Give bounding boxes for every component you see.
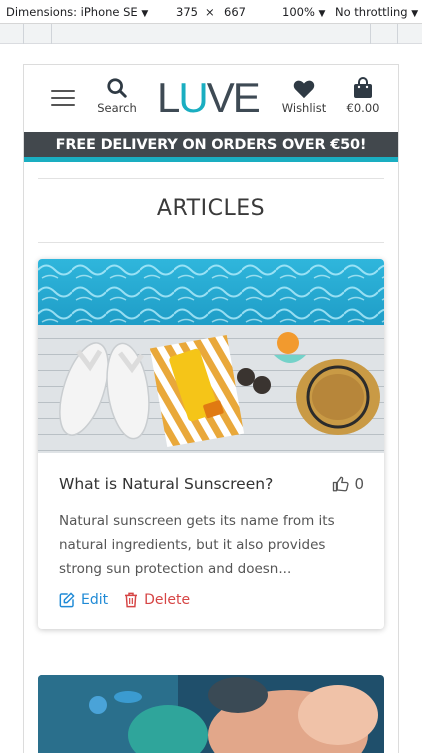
delivery-banner: FREE DELIVERY ON ORDERS OVER €50! — [24, 132, 398, 162]
edit-label: Edit — [81, 592, 109, 608]
throttling-label: No throttling — [335, 5, 408, 19]
thumbs-up-icon — [333, 476, 350, 492]
devtools-toolbar: Dimensions: iPhone SE ▼ 375 × 667 100% ▼… — [0, 0, 422, 24]
zoom-dropdown[interactable]: 100% ▼ — [282, 5, 325, 19]
wishlist-button[interactable]: Wishlist — [280, 79, 328, 115]
article-image[interactable] — [38, 259, 384, 453]
like-button[interactable]: 0 — [332, 475, 364, 493]
logo-part: U — [178, 74, 208, 121]
height-input[interactable]: 667 — [224, 5, 246, 19]
search-icon — [107, 78, 127, 98]
like-count: 0 — [354, 475, 364, 493]
menu-icon[interactable] — [51, 88, 75, 108]
throttling-dropdown[interactable]: No throttling ▼ — [335, 5, 418, 19]
wishlist-label: Wishlist — [281, 101, 327, 115]
article-actions: Edit Delete — [59, 592, 206, 608]
device-viewport: Search LUVE Wishlist €0.00 FREE DELIVERY… — [23, 64, 399, 753]
delete-label: Delete — [144, 592, 191, 608]
edit-button[interactable]: Edit — [59, 592, 108, 608]
delete-button[interactable]: Delete — [124, 592, 190, 608]
logo-part: VE — [206, 74, 261, 121]
chevron-down-icon: ▼ — [141, 9, 149, 19]
search-button[interactable]: Search — [96, 77, 138, 115]
article-image — [38, 675, 384, 753]
heart-icon — [293, 80, 315, 99]
times-sign: × — [205, 5, 215, 19]
edit-icon — [59, 592, 75, 608]
article-card: What is Natural Sunscreen? 0 Natural sun… — [38, 259, 384, 629]
shopping-bag-button[interactable]: €0.00 — [342, 77, 384, 115]
width-input[interactable]: 375 — [176, 5, 198, 19]
page-title: ARTICLES — [156, 196, 266, 221]
chevron-down-icon: ▼ — [318, 9, 326, 19]
dimensions-label: Dimensions: iPhone SE — [6, 5, 138, 19]
search-label: Search — [97, 101, 137, 115]
article-title[interactable]: What is Natural Sunscreen? — [59, 475, 273, 493]
shopping-bag-icon — [354, 77, 372, 98]
zoom-label: 100% — [282, 5, 315, 19]
bag-total: €0.00 — [346, 101, 380, 115]
divider — [38, 242, 384, 243]
site-header: Search LUVE Wishlist €0.00 — [24, 65, 398, 133]
article-excerpt: Natural sunscreen gets its name from its… — [59, 513, 335, 577]
site-logo[interactable]: LUVE — [157, 74, 261, 121]
article-card-image-partial[interactable] — [38, 675, 384, 753]
logo-part: L — [157, 74, 180, 121]
media-query-bar — [0, 24, 422, 44]
dimensions-dropdown[interactable]: Dimensions: iPhone SE ▼ — [6, 5, 148, 19]
trash-icon — [125, 592, 138, 608]
divider — [38, 178, 384, 179]
chevron-down-icon: ▼ — [411, 9, 419, 19]
